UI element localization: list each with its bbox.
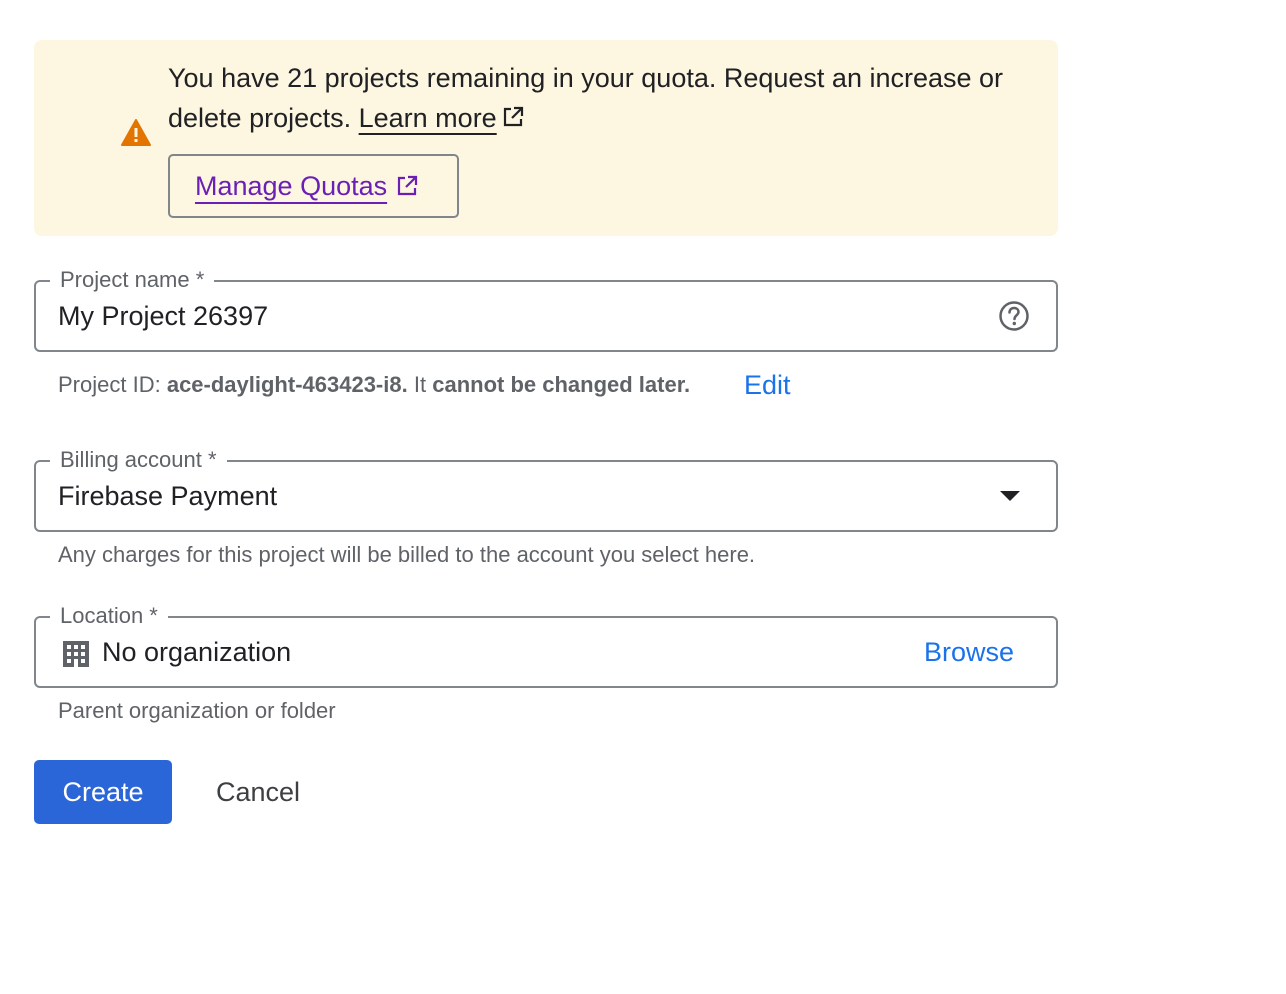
learn-more-label: Learn more bbox=[358, 103, 497, 133]
external-link-icon bbox=[398, 175, 418, 196]
location-field: Location * No organization Browse bbox=[34, 602, 1058, 688]
quota-message-block: You have 21 projects remaining in your q… bbox=[168, 58, 1028, 138]
create-project-page: You have 21 projects remaining in your q… bbox=[0, 0, 1286, 994]
project-id-prefix: Project ID: bbox=[58, 372, 161, 397]
project-id-suffix: cannot be changed later. bbox=[432, 372, 691, 397]
manage-quotas-button[interactable]: Manage Quotas bbox=[168, 154, 459, 218]
quota-warning-banner: You have 21 projects remaining in your q… bbox=[34, 40, 1058, 236]
browse-button[interactable]: Browse bbox=[924, 618, 1014, 686]
create-button[interactable]: Create bbox=[34, 760, 172, 824]
project-name-input[interactable]: My Project 26397 bbox=[58, 282, 268, 350]
project-id-value: ace-daylight-463423-i8. bbox=[166, 372, 408, 397]
manage-quotas-label: Manage Quotas bbox=[195, 170, 388, 201]
billing-account-select[interactable]: Billing account * Firebase Payment bbox=[34, 446, 1058, 532]
billing-account-value: Firebase Payment bbox=[58, 481, 278, 511]
location-value: No organization bbox=[102, 637, 292, 667]
project-name-field[interactable]: Project name * My Project 26397 bbox=[34, 266, 1058, 352]
edit-project-id-button[interactable]: Edit bbox=[744, 370, 791, 401]
warning-icon bbox=[121, 119, 151, 146]
learn-more-link[interactable]: Learn more bbox=[359, 103, 497, 133]
help-circle-icon[interactable] bbox=[998, 300, 1030, 332]
location-helper: Parent organization or folder bbox=[58, 698, 336, 723]
cancel-button[interactable]: Cancel bbox=[192, 760, 324, 824]
dropdown-arrow-icon[interactable] bbox=[1000, 491, 1020, 501]
billing-account-helper: Any charges for this project will be bil… bbox=[58, 542, 756, 567]
quota-message: You have 21 projects remaining in your q… bbox=[168, 63, 1004, 133]
project-id-middle: It bbox=[413, 372, 427, 397]
project-id-helper: Project ID: ace-daylight-463423-i8. It c… bbox=[58, 372, 690, 398]
building-icon bbox=[63, 641, 89, 667]
external-link-icon bbox=[503, 106, 523, 127]
